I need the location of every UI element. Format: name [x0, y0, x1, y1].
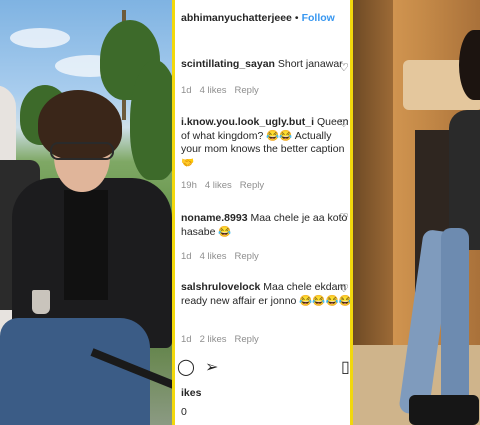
cup [32, 290, 50, 314]
count-value: 0 [181, 406, 187, 418]
like-comment-icon[interactable]: ♡ [339, 283, 349, 297]
comment: i.know.you.look_ugly.but_i Queen of what… [181, 116, 350, 191]
like-comment-icon[interactable]: ♡ [339, 118, 349, 132]
glasses [50, 142, 114, 160]
comment-likes[interactable]: 4 likes [205, 180, 232, 191]
comment-text: Short janawar [277, 58, 343, 70]
comment-time: 1d [181, 251, 192, 262]
share-icon[interactable]: ➢ [205, 357, 218, 377]
comment: scintillating_sayan Short janawar ♡ 1d 4 … [181, 58, 350, 96]
reply-button[interactable]: Reply [240, 180, 264, 191]
likes-count-label[interactable]: ikes [181, 387, 201, 399]
cloud [10, 28, 70, 48]
comment-likes[interactable]: 4 likes [200, 85, 227, 96]
post-action-bar: ◯ ➢ ▯ [177, 357, 350, 379]
comment-meta: 1d 4 likes Reply [181, 84, 267, 98]
left-photo [0, 0, 172, 425]
right-photo [353, 0, 480, 425]
comment-time: 1d [181, 85, 192, 96]
follow-button[interactable]: Follow [302, 12, 335, 24]
bookmark-icon[interactable]: ▯ [341, 357, 350, 377]
comment-time: 19h [181, 180, 197, 191]
comment-author[interactable]: noname.8993 [181, 212, 248, 224]
comment-meta: 19h 4 likes Reply [181, 179, 272, 193]
comment-author[interactable]: i.know.you.look_ugly.but_i [181, 116, 314, 128]
boots [409, 395, 479, 425]
like-comment-icon[interactable]: ♡ [339, 212, 349, 226]
reply-button[interactable]: Reply [235, 85, 259, 96]
comment-likes[interactable]: 2 likes [200, 334, 227, 345]
like-comment-icon[interactable]: ♡ [339, 62, 349, 76]
post-header: abhimanyuchatterjeee•Follow ⋮ [181, 12, 350, 24]
comment-time: 1d [181, 334, 192, 345]
comment: noname.8993 Maa chele je aa koto hasabe … [181, 212, 350, 262]
tree [130, 60, 172, 180]
reply-button[interactable]: Reply [235, 251, 259, 262]
comment: salshrulovelock Maa chele ekdam ready ne… [181, 281, 350, 345]
jeans-leg [441, 228, 469, 418]
comment-meta: 1d 2 likes Reply [181, 333, 267, 347]
boy-tshirt [64, 190, 108, 300]
comment-author[interactable]: salshrulovelock [181, 281, 260, 293]
comment-icon[interactable]: ◯ [177, 357, 195, 377]
separator-dot: • [294, 12, 299, 24]
comment-author[interactable]: scintillating_sayan [181, 58, 275, 70]
reply-button[interactable]: Reply [235, 334, 259, 345]
comment-meta: 1d 4 likes Reply [181, 250, 267, 264]
comment-likes[interactable]: 4 likes [200, 251, 227, 262]
instagram-comments-panel: abhimanyuchatterjeee•Follow ⋮ scintillat… [172, 0, 353, 425]
jeans [0, 318, 150, 425]
post-username[interactable]: abhimanyuchatterjeee [181, 12, 292, 24]
